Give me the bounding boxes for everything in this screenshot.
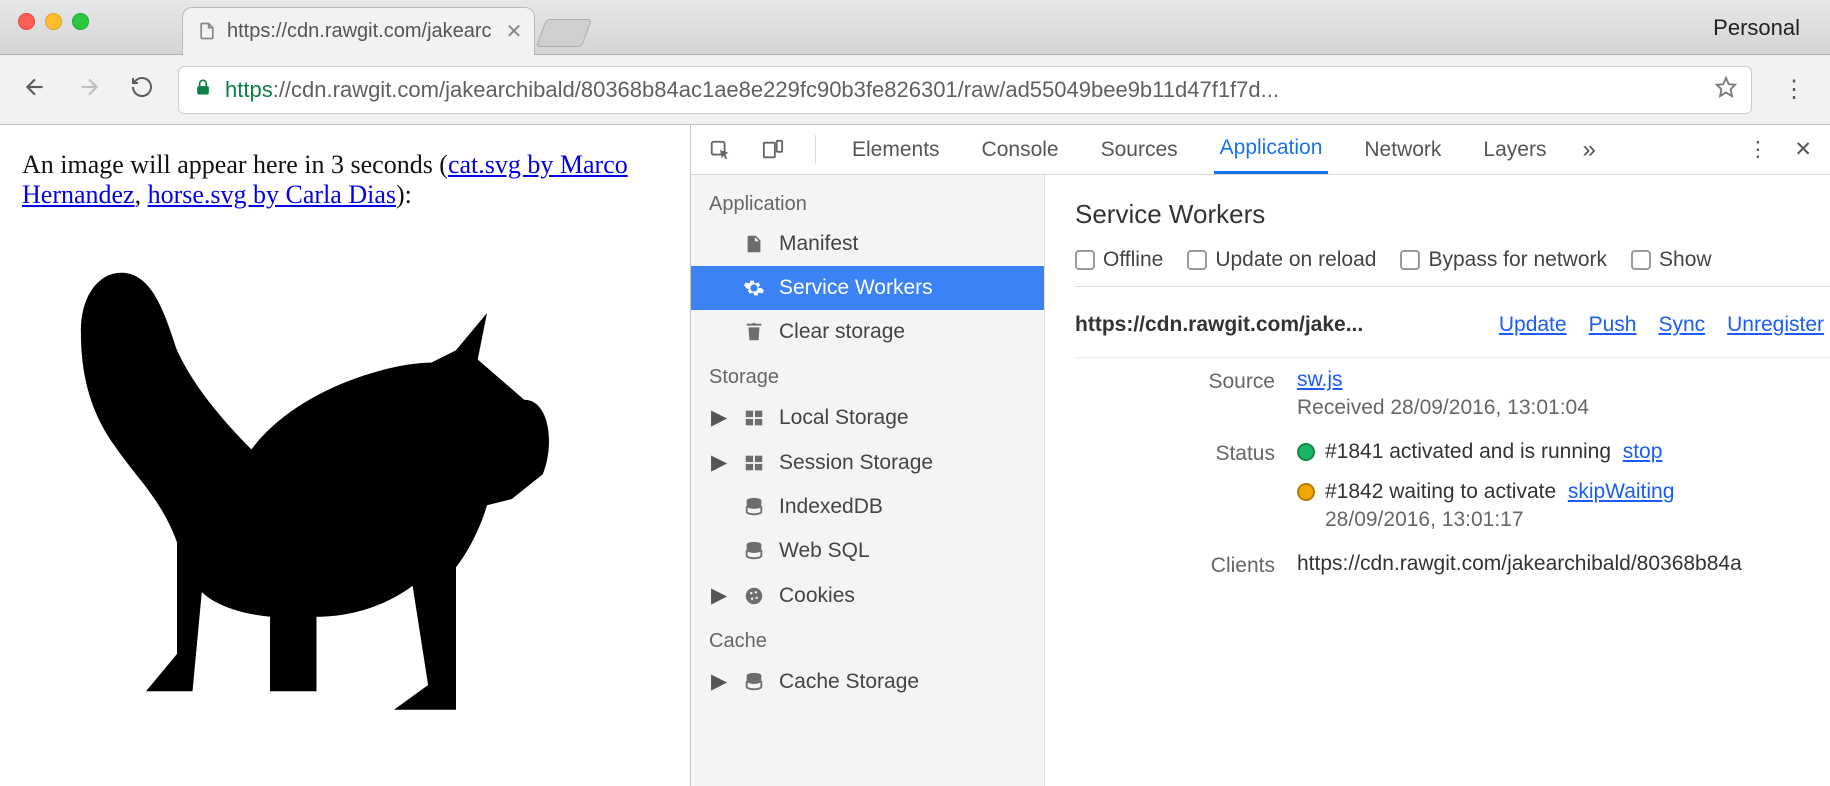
sw-push-link[interactable]: Push: [1589, 313, 1637, 337]
browser-tab-title: https://cdn.rawgit.com/jakearc: [227, 20, 492, 43]
more-tabs-icon[interactable]: »: [1582, 136, 1595, 164]
browser-toolbar: https://cdn.rawgit.com/jakearchibald/803…: [0, 55, 1830, 125]
maximize-window-button[interactable]: [72, 13, 89, 30]
sidebar-item-label: Cache Storage: [779, 670, 919, 694]
browser-tab[interactable]: https://cdn.rawgit.com/jakearc ✕: [182, 7, 535, 55]
url-text: https://cdn.rawgit.com/jakearchibald/803…: [225, 77, 1279, 103]
sw-sync-link[interactable]: Sync: [1658, 313, 1705, 337]
page-intro-text: An image will appear here in 3 seconds (…: [22, 150, 668, 210]
close-devtools-icon[interactable]: ✕: [1794, 137, 1812, 162]
sidebar-item-label: Manifest: [779, 232, 858, 256]
sw-source-label: Source: [1075, 368, 1275, 420]
inspect-element-icon[interactable]: [709, 139, 731, 161]
sidebar-item-label: Cookies: [779, 584, 855, 608]
sw-update-on-reload-checkbox[interactable]: Update on reload: [1187, 248, 1376, 272]
window-titlebar: https://cdn.rawgit.com/jakearc ✕ Persona…: [0, 0, 1830, 55]
close-tab-icon[interactable]: ✕: [506, 19, 523, 44]
sw-toolbar: Offline Update on reload Bypass for netw…: [1075, 248, 1830, 287]
sw-source-received: Received 28/09/2016, 13:01:04: [1297, 392, 1830, 420]
sw-stop-link[interactable]: stop: [1623, 440, 1663, 463]
devtools-tab-network[interactable]: Network: [1358, 125, 1447, 174]
sidebar-item-local-storage[interactable]: ▶Local Storage: [691, 395, 1044, 440]
forward-button[interactable]: [72, 70, 106, 109]
devtools-panel: Elements Console Sources Application Net…: [690, 125, 1830, 786]
reload-button[interactable]: [126, 71, 158, 108]
sw-status-label: Status: [1075, 440, 1275, 532]
sidebar-item-label: Clear storage: [779, 320, 905, 344]
link-horse-svg[interactable]: horse.svg by Carla Dias: [148, 180, 396, 209]
window-controls: [0, 13, 107, 42]
sidebar-group-title: Cache: [691, 618, 1044, 659]
back-button[interactable]: [18, 70, 52, 109]
sidebar-group-title: Application: [691, 181, 1044, 222]
new-tab-button[interactable]: [536, 19, 592, 47]
sw-source-link[interactable]: sw.js: [1297, 368, 1343, 391]
bookmark-star-icon[interactable]: [1715, 76, 1737, 104]
sw-offline-checkbox[interactable]: Offline: [1075, 248, 1163, 272]
sw-status-waiting: #1842 waiting to activate skipWaiting 28…: [1297, 480, 1830, 532]
sidebar-item-label: IndexedDB: [779, 495, 883, 519]
sidebar-item-clear-storage[interactable]: Clear storage: [691, 310, 1044, 354]
sidebar-group-title: Storage: [691, 354, 1044, 395]
sidebar-item-label: Web SQL: [779, 539, 870, 563]
status-dot-green-icon: [1297, 443, 1315, 461]
minimize-window-button[interactable]: [45, 13, 62, 30]
browser-menu-button[interactable]: ⋮: [1772, 75, 1816, 104]
close-window-button[interactable]: [18, 13, 35, 30]
service-workers-panel: Service Workers Offline Update on reload…: [1045, 175, 1830, 786]
sidebar-item-label: Service Workers: [779, 276, 933, 300]
lock-icon: [193, 77, 213, 103]
sidebar-item-cache-storage[interactable]: ▶Cache Storage: [691, 659, 1044, 704]
devtools-tab-elements[interactable]: Elements: [846, 125, 946, 174]
sidebar-item-indexeddb[interactable]: IndexedDB: [691, 485, 1044, 529]
sw-status-active: #1841 activated and is running stop: [1297, 440, 1830, 464]
page-content: An image will appear here in 3 seconds (…: [0, 125, 690, 786]
sidebar-item-web-sql[interactable]: Web SQL: [691, 529, 1044, 573]
address-bar[interactable]: https://cdn.rawgit.com/jakearchibald/803…: [178, 66, 1752, 114]
file-icon: [197, 21, 217, 41]
sw-skipwaiting-link[interactable]: skipWaiting: [1568, 480, 1675, 503]
sw-update-link[interactable]: Update: [1499, 313, 1567, 337]
sw-bypass-checkbox[interactable]: Bypass for network: [1400, 248, 1607, 272]
devtools-tab-sources[interactable]: Sources: [1095, 125, 1184, 174]
sidebar-item-label: Session Storage: [779, 451, 933, 475]
devtools-tab-layers[interactable]: Layers: [1477, 125, 1552, 174]
devtools-menu-icon[interactable]: ⋮: [1747, 137, 1768, 162]
devtools-sidebar: Application Manifest Service Workers Clear …: [691, 175, 1045, 786]
sw-scope-text: https://cdn.rawgit.com/jake...: [1075, 313, 1363, 337]
sidebar-item-cookies[interactable]: ▶Cookies: [691, 573, 1044, 618]
sidebar-item-service-workers[interactable]: Service Workers: [691, 266, 1044, 310]
sw-scope-row: https://cdn.rawgit.com/jake... Update Pu…: [1075, 287, 1830, 358]
sw-clients-value: https://cdn.rawgit.com/jakearchibald/803…: [1297, 552, 1830, 578]
sw-clients-label: Clients: [1075, 552, 1275, 578]
devtools-tab-console[interactable]: Console: [976, 125, 1065, 174]
devtools-tab-application[interactable]: Application: [1214, 125, 1329, 174]
sidebar-item-label: Local Storage: [779, 406, 909, 430]
status-dot-orange-icon: [1297, 483, 1315, 501]
devtools-tabbar: Elements Console Sources Application Net…: [691, 125, 1830, 175]
sidebar-item-session-storage[interactable]: ▶Session Storage: [691, 440, 1044, 485]
sw-show-all-checkbox[interactable]: Show: [1631, 248, 1712, 272]
device-toolbar-icon[interactable]: [761, 139, 785, 161]
sw-status-waiting-time: 28/09/2016, 13:01:17: [1297, 504, 1830, 532]
sw-unregister-link[interactable]: Unregister: [1727, 313, 1824, 337]
sidebar-item-manifest[interactable]: Manifest: [691, 222, 1044, 266]
profile-label[interactable]: Personal: [1713, 15, 1800, 41]
panel-title: Service Workers: [1075, 199, 1830, 230]
cat-image: [22, 218, 668, 725]
